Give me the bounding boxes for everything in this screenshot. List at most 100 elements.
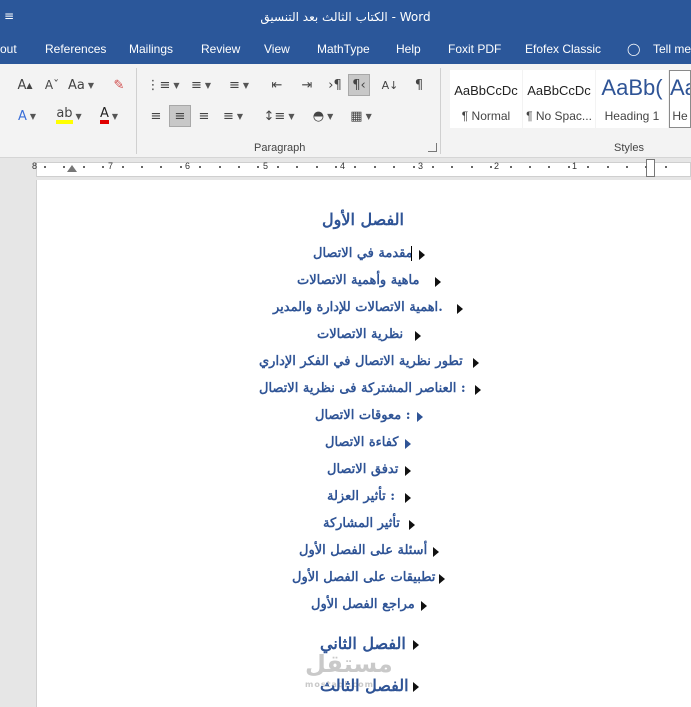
style-heading-2[interactable]: Aa He — [669, 70, 691, 128]
tab-review[interactable]: Review — [201, 42, 240, 56]
ruler-tick — [645, 166, 647, 168]
tab-layout[interactable]: out — [0, 42, 17, 56]
numbering-button[interactable]: ≡ ▼ — [184, 74, 218, 96]
highlighter-icon: ab — [56, 107, 73, 124]
horizontal-ruler[interactable]: 8 7 6 5 4 3 2 1 — [0, 158, 691, 180]
paragraph-group-label: Paragraph — [254, 142, 306, 154]
indent-marker-icon[interactable] — [67, 165, 77, 172]
text-effects-button[interactable]: A ▼ — [10, 105, 44, 127]
ruler-strip — [36, 162, 691, 177]
ruler-tick — [510, 166, 512, 168]
increase-indent-button[interactable]: ⇥ — [296, 74, 318, 96]
tab-efofex-classic[interactable]: Efofex Classic — [525, 42, 601, 56]
style-preview: AaBbCcDc — [454, 83, 518, 98]
ruler-tick — [63, 166, 65, 168]
align-right-icon: ≡ — [198, 108, 210, 124]
ltr-direction-button[interactable]: ›¶ — [324, 74, 346, 96]
numbering-icon: ≡ — [190, 77, 202, 93]
style-name: ¶ Normal — [461, 109, 511, 123]
align-right-button[interactable]: ≡ — [194, 105, 214, 127]
text-effects-icon: A — [17, 108, 27, 124]
style-heading-1[interactable]: AaBb( Heading 1 — [596, 70, 668, 128]
list-item: كفاءة الاتصال — [325, 435, 399, 450]
grow-font-button[interactable]: A ▲ — [12, 74, 38, 96]
justify-button[interactable]: ≡ ▼ — [216, 105, 250, 127]
tell-me-search[interactable]: Tell me — [653, 42, 691, 56]
increase-indent-icon: ⇥ — [301, 77, 313, 93]
bullet-arrow-icon — [413, 640, 419, 650]
clear-formatting-button[interactable]: ✎ — [108, 74, 130, 96]
align-center-icon: ≡ — [174, 108, 186, 124]
font-color-button[interactable]: A ▼ — [92, 105, 126, 127]
chapter-3-heading: الفصل الثالث — [320, 676, 409, 695]
bullet-arrow-icon — [475, 385, 481, 395]
ruler-tick — [44, 166, 46, 168]
ruler-tick — [83, 166, 85, 168]
ruler-number: 5 — [263, 161, 269, 171]
style-name: He — [672, 109, 688, 123]
styles-group-label: Styles — [614, 142, 644, 154]
grow-font-icon: A — [17, 77, 27, 93]
style-no-spacing[interactable]: AaBbCcDc ¶ No Spac... — [523, 70, 595, 128]
rtl-direction-button[interactable]: ¶‹ — [348, 74, 370, 96]
line-spacing-button[interactable]: ↕≡ ▼ — [262, 105, 296, 127]
borders-icon: ▦ — [350, 108, 363, 124]
decrease-indent-icon: ⇤ — [271, 77, 283, 93]
tab-references[interactable]: References — [45, 42, 106, 56]
ribbon-tabs: out References Mailings Review View Math… — [0, 36, 691, 64]
multilevel-list-button[interactable]: ≡ ▼ — [222, 74, 256, 96]
list-item: اهمية الاتصالات للإدارة والمدير. — [273, 300, 443, 315]
bullet-arrow-icon — [433, 547, 439, 557]
ltr-paragraph-icon: ›¶ — [328, 77, 342, 93]
bullet-arrow-icon — [413, 682, 419, 692]
tab-foxit-pdf[interactable]: Foxit PDF — [448, 42, 501, 56]
highlight-color-button[interactable]: ab ▼ — [52, 105, 86, 127]
decrease-indent-button[interactable]: ⇤ — [266, 74, 288, 96]
paragraph-dialog-launcher-icon[interactable] — [428, 143, 437, 152]
list-item: معوقات الاتصال : — [315, 408, 411, 423]
bullets-icon: ⋮≡ — [146, 77, 171, 93]
ruler-tick — [529, 166, 531, 168]
shading-button[interactable]: ◓ ▼ — [306, 105, 340, 127]
show-marks-button[interactable]: ¶ — [408, 74, 430, 96]
list-item: تطبيقات على الفصل الأول — [292, 570, 436, 585]
chapter-1-heading: الفصل الأول — [322, 210, 404, 229]
tab-help[interactable]: Help — [396, 42, 421, 56]
sort-button[interactable]: A↓ — [378, 74, 402, 96]
ruler-number: 6 — [185, 161, 191, 171]
ruler-tick — [141, 166, 143, 168]
ruler-number: 2 — [494, 161, 500, 171]
ruler-tick — [432, 166, 434, 168]
bullet-arrow-icon — [415, 331, 421, 341]
ruler-tick — [257, 166, 259, 168]
tab-view[interactable]: View — [264, 42, 290, 56]
change-case-button[interactable]: Aa ▼ — [66, 74, 96, 96]
text-cursor — [411, 246, 412, 261]
shrink-font-icon: Aˇ — [44, 78, 60, 92]
lightbulb-icon: ◯ — [627, 42, 641, 56]
ribbon-home: A ▲ Aˇ Aa ▼ ✎ A ▼ ab ▼ A ▼ ⋮≡ ▼ ≡ ▼ ≡ ▼ ⇤ ⇥ ›¶ ¶… — [0, 64, 691, 158]
bullet-arrow-icon — [457, 304, 463, 314]
center-button[interactable]: ≡ — [169, 105, 191, 127]
tab-mailings[interactable]: Mailings — [129, 42, 173, 56]
align-left-button[interactable]: ≡ — [146, 105, 166, 127]
list-item: نظرية الاتصالات — [317, 327, 404, 342]
document-page[interactable]: الفصل الأول مقدمة في الاتصال ماهية وأهمي… — [36, 180, 691, 707]
right-indent-marker-icon[interactable] — [646, 159, 655, 177]
line-spacing-icon: ↕≡ — [263, 108, 286, 124]
bullet-arrow-icon — [405, 493, 411, 503]
style-normal[interactable]: AaBbCcDc ¶ Normal — [450, 70, 522, 128]
rtl-paragraph-icon: ¶‹ — [352, 77, 366, 93]
bullet-arrow-icon — [473, 358, 479, 368]
tab-mathtype[interactable]: MathType — [317, 42, 370, 56]
bullet-arrow-icon — [435, 277, 441, 287]
bullets-button[interactable]: ⋮≡ ▼ — [146, 74, 180, 96]
ruler-tick — [102, 166, 104, 168]
ruler-tick — [277, 166, 279, 168]
watermark-arabic: مستقل — [305, 650, 393, 678]
multilevel-list-icon: ≡ — [228, 77, 240, 93]
borders-button[interactable]: ▦ ▼ — [344, 105, 378, 127]
style-name: ¶ No Spac... — [526, 109, 592, 123]
shrink-font-button[interactable]: Aˇ — [40, 74, 64, 96]
ruler-tick — [568, 166, 570, 168]
